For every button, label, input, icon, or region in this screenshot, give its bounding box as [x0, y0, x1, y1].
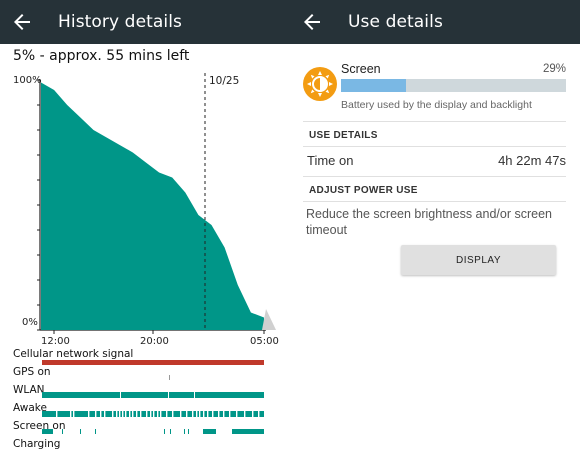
cellular-signal-bar	[42, 360, 264, 365]
usage-item-percent: 29%	[542, 63, 566, 75]
battery-history-chart: 100% 0% 10/25 12:00 20:00 05:00	[13, 73, 279, 347]
use-details-panel: Use details Screen 29% Battery used by t…	[290, 0, 580, 455]
back-arrow-icon[interactable]	[300, 10, 324, 34]
date-marker-label: 10/25	[209, 75, 239, 87]
awake-track	[42, 411, 264, 417]
screen-on-track	[42, 429, 264, 434]
battery-level-area	[41, 82, 264, 330]
history-details-panel: History details 5% - approx. 55 mins lef…	[0, 0, 290, 455]
page-title: Use details	[348, 12, 443, 32]
gps-on-mark	[169, 375, 170, 380]
wlan-track	[42, 392, 264, 398]
battery-projection-area	[262, 309, 276, 330]
y-axis-bottom-label: 0%	[22, 317, 38, 328]
power-hint-text: Reduce the screen brightness and/or scre…	[306, 207, 552, 237]
usage-item-description: Battery used by the display and backligh…	[341, 99, 532, 111]
x-tick-label: 20:00	[140, 336, 169, 347]
display-settings-button[interactable]: DISPLAY	[401, 245, 556, 275]
x-tick-label: 12:00	[41, 336, 70, 347]
usage-item-name: Screen	[341, 62, 381, 76]
time-on-label: Time on	[307, 153, 354, 168]
activity-tracks	[42, 360, 264, 434]
use-details-header: USE DETAILS	[309, 130, 378, 141]
divider	[303, 201, 566, 202]
divider	[303, 121, 566, 122]
divider	[303, 146, 566, 147]
adjust-power-use-header: ADJUST POWER USE	[309, 185, 418, 196]
usage-bar	[341, 79, 566, 92]
divider	[303, 176, 566, 177]
use-details-app-bar: Use details	[290, 0, 580, 44]
history-app-bar: History details	[0, 0, 290, 44]
usage-bar-fill	[341, 79, 407, 92]
time-on-value: 4h 22m 47s	[498, 153, 566, 168]
x-tick-label: 05:00	[250, 336, 279, 347]
back-arrow-icon[interactable]	[10, 10, 34, 34]
battery-estimate: 5% - approx. 55 mins left	[13, 48, 190, 64]
page-title: History details	[58, 12, 183, 32]
brightness-icon	[303, 67, 337, 101]
